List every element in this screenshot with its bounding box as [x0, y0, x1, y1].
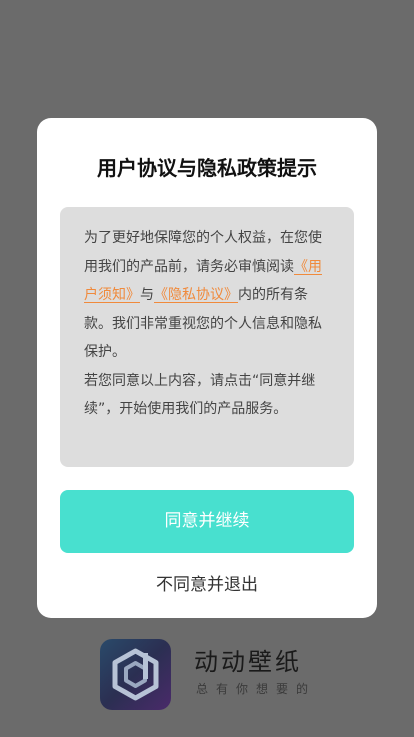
terms-intro-text: 为了更好地保障您的个人权益，在您使用我们的产品前，请务必审慎阅读	[84, 230, 322, 275]
terms-text-box: 为了更好地保障您的个人权益，在您使用我们的产品前，请务必审慎阅读《用户须知》与《…	[60, 207, 354, 467]
app-logo-glyph	[112, 648, 159, 701]
disagree-and-exit-button[interactable]: 不同意并退出	[60, 570, 354, 600]
privacy-agreement-link[interactable]: 《隐私协议》	[154, 287, 238, 303]
app-slogan: 总有你想要的	[196, 682, 317, 696]
consent-paragraph: 若您同意以上内容，请点击“同意并继续”，开始使用我们的产品服务。	[84, 372, 316, 418]
agree-and-continue-button[interactable]: 同意并继续	[60, 490, 354, 553]
terms-paragraph: 为了更好地保障您的个人权益，在您使用我们的产品前，请务必审慎阅读《用户须知》与《…	[84, 224, 334, 367]
privacy-dialog: 用户协议与隐私政策提示 为了更好地保障您的个人权益，在您使用我们的产品前，请务必…	[37, 118, 377, 618]
terms-conjunction-text: 与	[140, 287, 154, 303]
app-name: 动动壁纸	[194, 648, 302, 676]
app-logo-icon	[100, 639, 171, 710]
dialog-title: 用户协议与隐私政策提示	[97, 156, 317, 180]
